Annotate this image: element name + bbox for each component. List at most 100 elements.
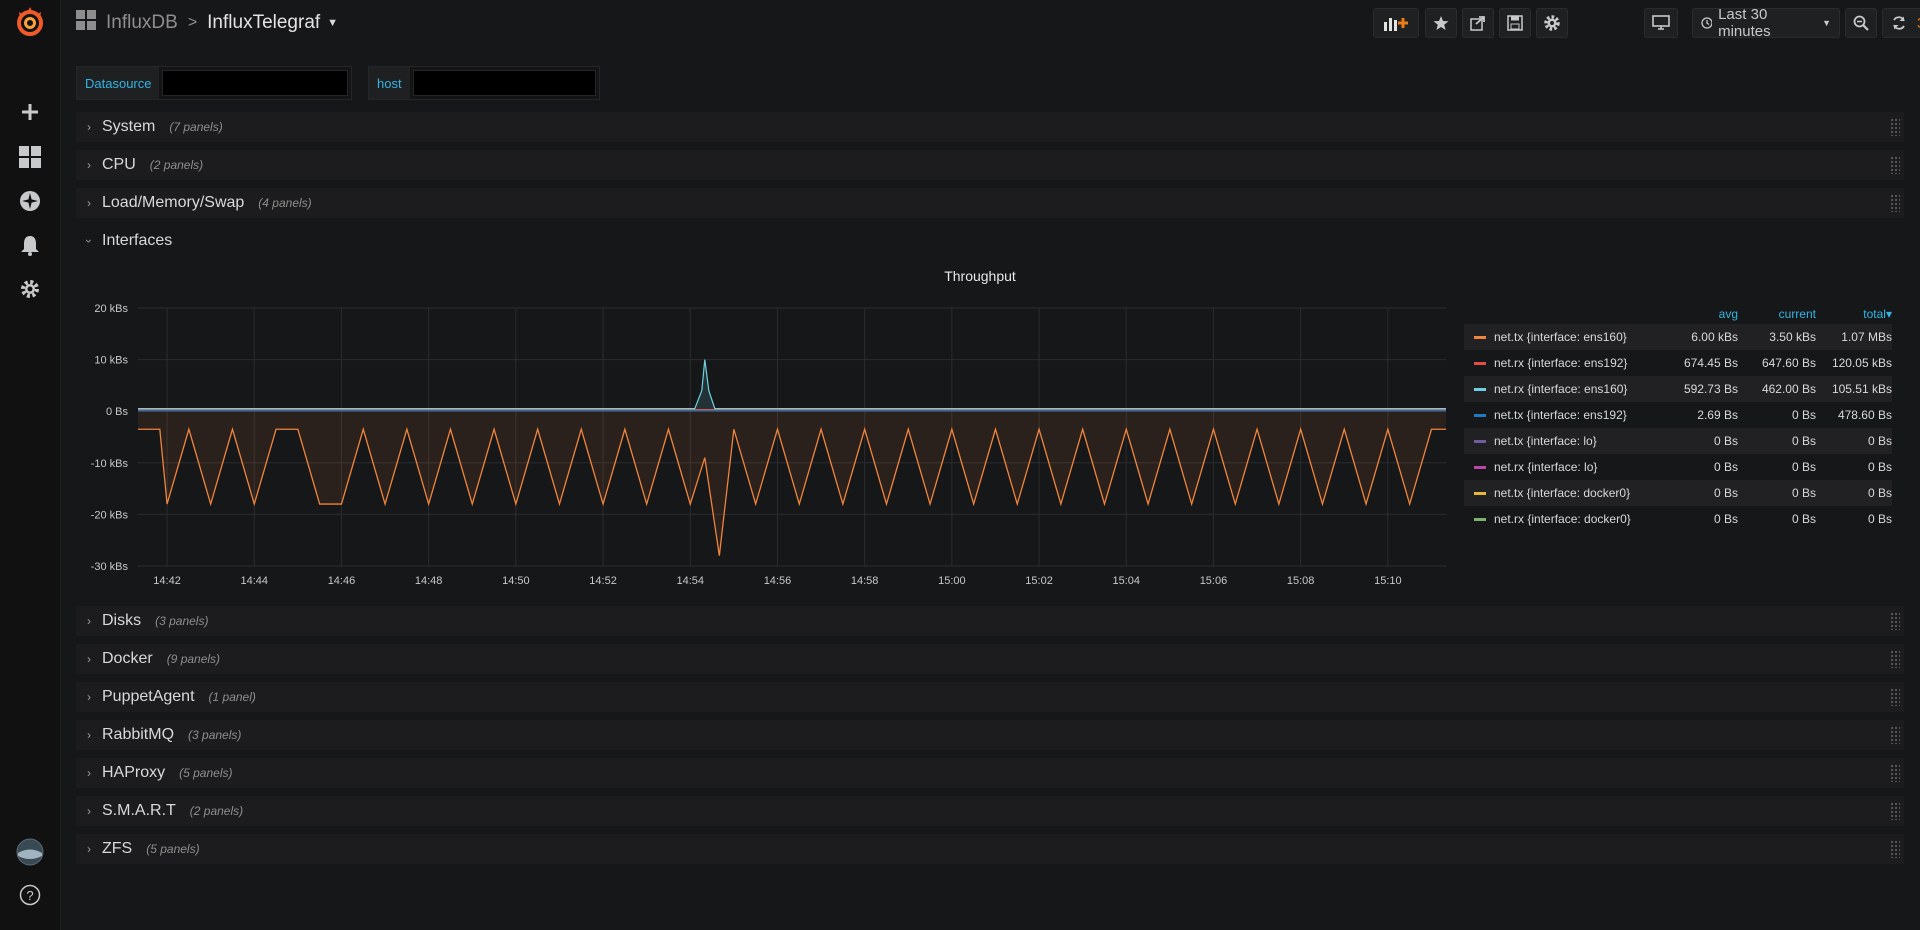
row-load-memory-swap[interactable]: › Load/Memory/Swap (4 panels) [76,188,1904,218]
help-icon[interactable]: ? [0,875,60,915]
series-name[interactable]: net.tx {interface: docker0} [1494,486,1630,500]
x-tick-label: 14:44 [241,575,269,587]
row-rabbitmq[interactable]: › RabbitMQ (3 panels) [76,720,1904,750]
series-color-swatch[interactable] [1474,335,1486,339]
zoom-out-button[interactable] [1845,8,1877,38]
legend-series: net.rx {interface: ens192} [1464,356,1664,370]
row-cpu[interactable]: › CPU (2 panels) [76,150,1904,180]
throughput-chart: 20 kBs 10 kBs 0 Bs -10 kBs -20 kBs -30 kBs 14:… [91,303,1446,587]
row-interfaces[interactable]: › Interfaces [76,226,1904,256]
star-button[interactable] [1425,8,1457,38]
series-name[interactable]: net.tx {interface: ens160} [1494,330,1627,344]
drag-handle-icon[interactable] [1890,688,1900,706]
legend-item[interactable]: net.rx {interface: ens192} 674.45 Bs 647.6… [1464,350,1892,376]
row-title: Interfaces [102,232,173,249]
legend-col-avg[interactable]: avg [1664,307,1738,321]
row-title: Load/Memory/Swap [102,194,245,211]
row-system[interactable]: › System (7 panels) [76,112,1904,142]
caret-down-icon: ▼ [1822,18,1831,28]
share-button[interactable] [1462,8,1494,38]
series-name[interactable]: net.rx {interface: docker0} [1494,512,1631,526]
series-name[interactable]: net.rx {interface: ens160} [1494,382,1627,396]
user-avatar-icon[interactable] [0,832,60,872]
plus-icon[interactable] [0,92,60,132]
series-color-swatch[interactable] [1474,465,1486,469]
series-color-swatch[interactable] [1474,413,1486,417]
grafana-logo-icon[interactable] [0,2,60,42]
legend-item[interactable]: net.tx {interface: ens192} 2.69 Bs 0 Bs 478… [1464,402,1892,428]
drag-handle-icon[interactable] [1890,650,1900,668]
legend-item[interactable]: net.tx {interface: lo} 0 Bs 0 Bs 0 Bs [1464,428,1892,454]
series-total: 0 Bs [1867,460,1892,474]
series-color-swatch[interactable] [1474,439,1486,443]
dashboard-title[interactable]: InfluxTelegraf [207,12,320,34]
host-select[interactable] [412,70,596,96]
legend-item[interactable]: net.rx {interface: lo} 0 Bs 0 Bs 0 Bs [1464,454,1892,480]
add-panel-button[interactable] [1373,8,1419,38]
drag-handle-icon[interactable] [1890,118,1900,136]
time-range-picker[interactable]: Last 30 minutes ▼ [1692,6,1840,40]
drag-handle-icon[interactable] [1890,764,1900,782]
series-total: 478.60 Bs [1837,408,1892,422]
drag-handle-icon[interactable] [1890,612,1900,630]
top-navbar: InfluxDB > InfluxTelegraf ▼ Last 30 minu… [60,0,1920,46]
series-current: 0 Bs [1791,512,1816,526]
dashboard-grid-icon[interactable] [76,10,96,36]
legend-col-total[interactable]: total▾ [1816,307,1892,321]
series-color-swatch[interactable] [1474,517,1486,521]
x-tick-label: 14:58 [851,575,879,587]
row-title: Disks [102,612,142,629]
refresh-picker[interactable]: 30s [1882,8,1920,38]
series-name[interactable]: net.rx {interface: ens192} [1494,356,1627,370]
x-tick-label: 15:06 [1200,575,1228,587]
series-name[interactable]: net.rx {interface: lo} [1494,460,1597,474]
row-docker[interactable]: › Docker (9 panels) [76,644,1904,674]
caret-down-icon[interactable]: ▼ [327,17,338,29]
datasource-select[interactable] [162,70,348,96]
dashboards-icon[interactable] [0,137,60,177]
row-title: CPU [102,156,136,173]
save-button[interactable] [1499,8,1531,38]
zoom-out-icon [1853,15,1869,31]
throughput-graph[interactable]: 20 kBs 10 kBs 0 Bs -10 kBs -20 kBs -30 kBs 14:… [76,294,1448,594]
row-panel-count: (3 panels) [155,614,209,628]
tv-mode-button[interactable] [1644,8,1678,38]
row-haproxy[interactable]: › HAProxy (5 panels) [76,758,1904,788]
row-panel-count: (2 panels) [189,804,244,818]
series-name[interactable]: net.tx {interface: ens192} [1494,408,1627,422]
series-avg: 0 Bs [1713,434,1738,448]
drag-handle-icon[interactable] [1890,802,1900,820]
row-smart[interactable]: › S.M.A.R.T (2 panels) [76,796,1904,826]
drag-handle-icon[interactable] [1890,194,1900,212]
series-total: 105.51 kBs [1831,382,1892,396]
drag-handle-icon[interactable] [1890,840,1900,858]
drag-handle-icon[interactable] [1890,726,1900,744]
series-current: 0 Bs [1791,434,1816,448]
series-total: 120.05 kBs [1831,356,1892,370]
settings-button[interactable] [1536,8,1568,38]
x-tick-label: 15:00 [938,575,966,587]
row-puppetagent[interactable]: › PuppetAgent (1 panel) [76,682,1904,712]
legend-item[interactable]: net.tx {interface: docker0} 0 Bs 0 Bs 0 Bs [1464,480,1892,506]
legend-item[interactable]: net.rx {interface: ens160} 592.73 Bs 462.0… [1464,376,1892,402]
series-color-swatch[interactable] [1474,387,1486,391]
series-name[interactable]: net.tx {interface: lo} [1494,434,1597,448]
legend-item[interactable]: net.tx {interface: ens160} 6.00 kBs 3.50 k… [1464,324,1892,350]
breadcrumb-folder[interactable]: InfluxDB [106,12,178,34]
legend-item[interactable]: net.rx {interface: docker0} 0 Bs 0 Bs 0 Bs [1464,506,1892,532]
legend-series: net.tx {interface: lo} [1464,434,1664,448]
series-color-swatch[interactable] [1474,491,1486,495]
alerting-bell-icon[interactable] [0,225,60,265]
series-color-swatch[interactable] [1474,361,1486,365]
y-tick-label: 20 kBs [94,303,128,315]
drag-handle-icon[interactable] [1890,156,1900,174]
row-zfs[interactable]: › ZFS (5 panels) [76,834,1904,864]
explore-icon[interactable] [0,181,60,221]
time-range-label: Last 30 minutes [1718,6,1771,40]
tv-monitor-icon [1652,15,1670,30]
chevron-right-icon: › [87,690,91,704]
series-current: 0 Bs [1791,408,1816,422]
legend-col-current[interactable]: current [1738,307,1816,321]
row-disks[interactable]: › Disks (3 panels) [76,606,1904,636]
panel-title[interactable]: Throughput [0,268,1920,284]
